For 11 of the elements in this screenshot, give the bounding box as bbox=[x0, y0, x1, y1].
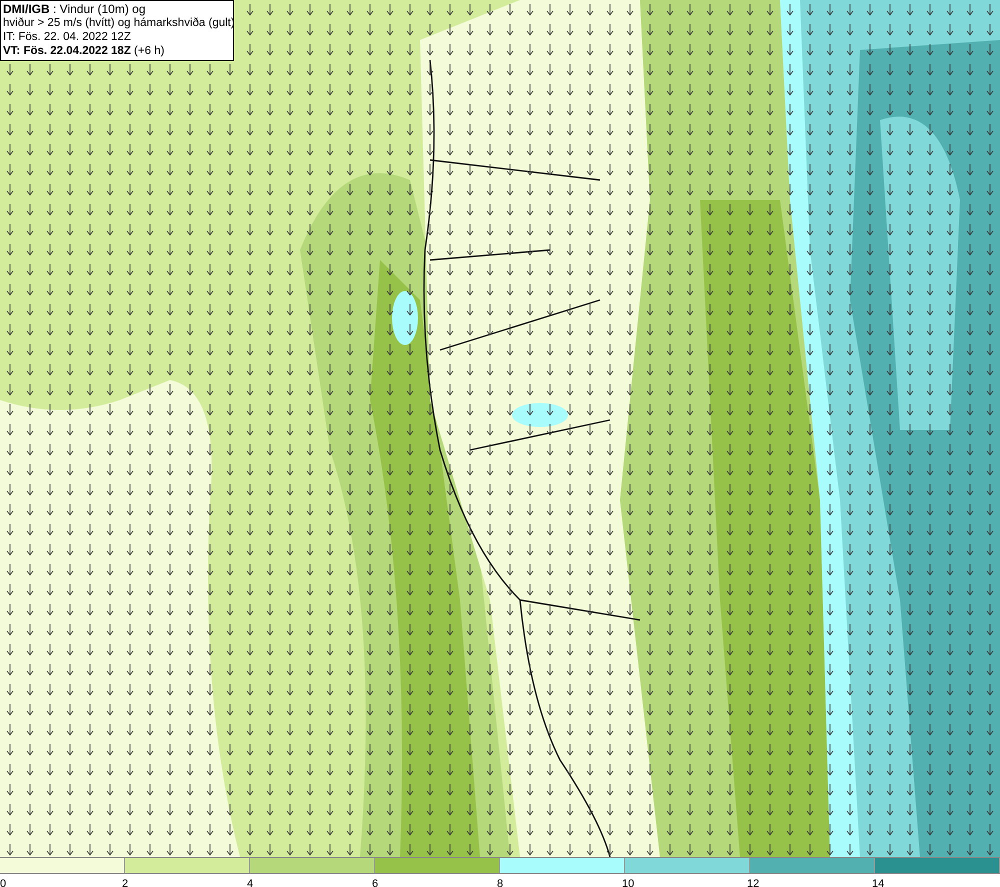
scale-label: 0 bbox=[0, 878, 6, 887]
scale-label: 12 bbox=[747, 878, 760, 887]
scale-label: 2 bbox=[122, 878, 128, 887]
scale-label: 10 bbox=[622, 878, 634, 887]
scale-label: 8 bbox=[497, 878, 504, 887]
scale-label: 4 bbox=[247, 878, 254, 887]
scale-label: 6 bbox=[372, 878, 378, 887]
title-line: VT: Fös. 22.04.2022 18Z (+6 h) bbox=[3, 44, 166, 58]
title-line: DMI/IGB : Vindur (10m) og bbox=[3, 2, 146, 16]
scale-label: 14 bbox=[872, 878, 884, 887]
title-line: IT: Fös. 22. 04. 2022 12Z bbox=[3, 30, 132, 44]
